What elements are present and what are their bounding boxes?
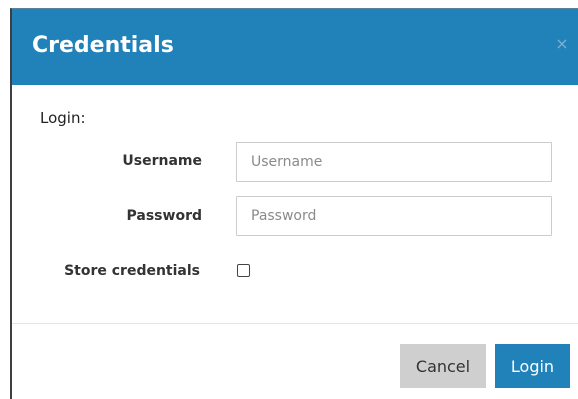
login-button[interactable]: Login [495, 344, 570, 388]
login-section-label: Login: [40, 109, 86, 127]
dialog-header: Credentials × [12, 9, 578, 85]
footer-divider [12, 323, 578, 324]
username-input[interactable] [236, 142, 552, 182]
store-credentials-label: Store credentials [64, 263, 200, 279]
store-credentials-checkbox[interactable] [237, 264, 250, 277]
credentials-dialog: Credentials × Login: Username Password S… [10, 8, 578, 399]
password-input[interactable] [236, 196, 552, 236]
page: Credentials × Login: Username Password S… [0, 0, 578, 399]
close-icon[interactable]: × [552, 33, 572, 55]
cancel-button[interactable]: Cancel [400, 344, 486, 388]
username-label: Username [122, 153, 202, 169]
dialog-title: Credentials [32, 33, 174, 58]
password-label: Password [126, 208, 202, 224]
